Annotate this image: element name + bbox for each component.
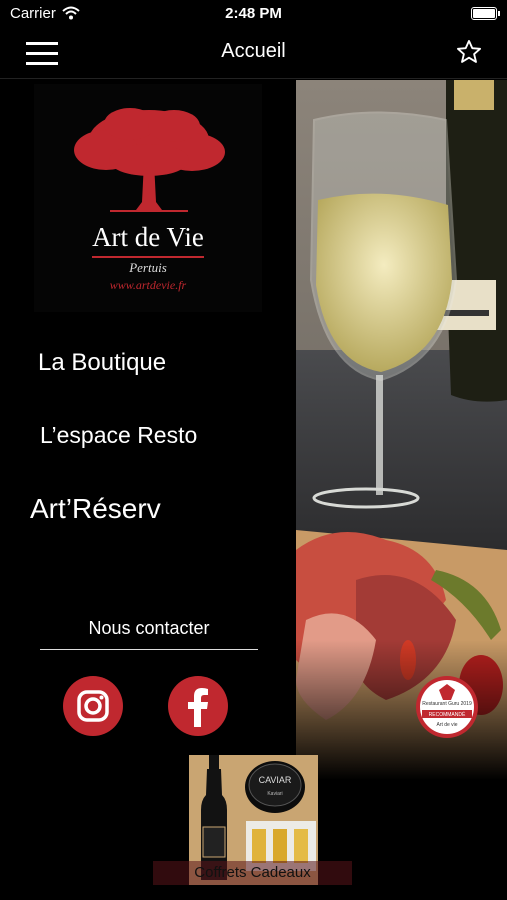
divider (40, 649, 258, 650)
navigation-bar: Accueil (0, 28, 507, 79)
caviar-label: CAVIAR (259, 775, 292, 785)
status-bar: Carrier 2:48 PM (0, 0, 507, 28)
background-photo: Restaurant Guru 2019 RECOMMANDÉ Art de v… (296, 80, 507, 780)
instagram-icon (77, 690, 109, 722)
logo-website: www.artdevie.fr (109, 278, 187, 292)
gift-box-label[interactable]: Coffrets Cadeaux (153, 861, 352, 885)
badge-recommended: RECOMMANDÉ (429, 711, 466, 718)
star-icon[interactable] (455, 38, 483, 66)
facebook-icon (188, 688, 208, 727)
page-title: Accueil (221, 40, 286, 62)
menu-item-la-boutique[interactable]: La Boutique (38, 349, 166, 377)
instagram-button[interactable] (63, 676, 123, 736)
contact-heading: Nous contacter (88, 618, 210, 638)
badge-title: Restaurant Guru 2019 (422, 701, 472, 707)
facebook-button[interactable] (168, 676, 228, 736)
badge-name: Art de vie (436, 722, 457, 728)
oak-tree-icon (74, 108, 225, 212)
battery-icon (471, 7, 497, 20)
caviar-brand: Kaviari (267, 791, 282, 797)
menu-item-espace-resto[interactable]: L’espace Resto (40, 422, 197, 449)
logo-city: Pertuis (129, 260, 167, 275)
art-de-vie-logo: Art de Vie Pertuis www.artdevie.fr (34, 84, 262, 312)
clock: 2:48 PM (225, 5, 282, 22)
logo-brand-name: Art de Vie (92, 222, 204, 252)
menu-item-art-reserv[interactable]: Art’Réserv (30, 493, 161, 525)
